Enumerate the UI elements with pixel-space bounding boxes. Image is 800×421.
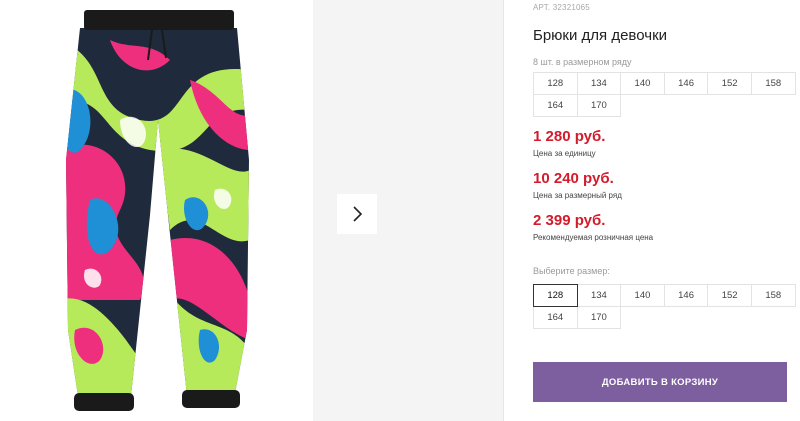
row-size: 140 (620, 72, 665, 95)
row-size: 134 (576, 72, 622, 95)
product-image (0, 0, 313, 421)
row-price-caption: Цена за размерный ряд (533, 191, 622, 200)
retail-price-caption: Рекомендуемая розничная цена (533, 233, 654, 242)
article-number: АРТ. 32321065 (533, 3, 590, 12)
size-option[interactable]: 158 (750, 284, 796, 307)
row-sizes-grid: 128 134 140 146 152 158 164 170 (533, 72, 796, 117)
unit-price-caption: Цена за единицу (533, 149, 596, 158)
size-option[interactable]: 152 (707, 284, 752, 307)
row-size: 164 (533, 94, 578, 117)
size-option[interactable]: 146 (663, 284, 709, 307)
row-size: 170 (576, 94, 622, 117)
size-option-selected[interactable]: 128 (533, 284, 578, 307)
size-option[interactable]: 140 (620, 284, 665, 307)
row-price: 10 240 руб. (533, 170, 614, 187)
size-option[interactable]: 164 (533, 306, 578, 329)
size-option[interactable]: 170 (576, 306, 622, 329)
product-title: Брюки для девочки (533, 27, 668, 44)
chevron-right-icon (353, 206, 363, 222)
row-size: 128 (533, 72, 578, 95)
row-size: 152 (707, 72, 752, 95)
size-option[interactable]: 134 (576, 284, 622, 307)
row-size: 158 (750, 72, 796, 95)
retail-price: 2 399 руб. (533, 212, 606, 229)
product-info: АРТ. 32321065 Брюки для девочки 8 шт. в … (533, 0, 796, 329)
unit-price: 1 280 руб. (533, 128, 606, 145)
pants-image (66, 10, 249, 411)
add-to-cart-button[interactable]: ДОБАВИТЬ В КОРЗИНУ (533, 362, 787, 402)
size-picker-grid: 128 134 140 146 152 158 164 170 (533, 284, 796, 329)
row-size: 146 (663, 72, 709, 95)
next-image-button[interactable] (337, 194, 377, 234)
size-picker-label: Выберите размер: (533, 266, 610, 276)
divider (503, 0, 504, 421)
row-count-label: 8 шт. в размерном ряду (533, 57, 632, 67)
